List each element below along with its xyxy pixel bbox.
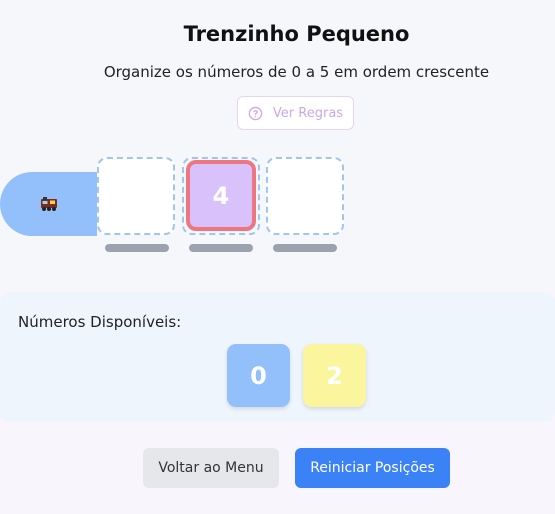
number-tile[interactable]: 2: [303, 344, 366, 407]
rules-button-label: Ver Regras: [272, 105, 344, 121]
number-tile[interactable]: 0: [227, 344, 290, 407]
wagon-wheel-3: [273, 244, 337, 252]
number-tile-placed[interactable]: 4: [186, 160, 256, 231]
question-circle-icon: [248, 106, 263, 121]
available-numbers-label: Números Disponíveis:: [18, 313, 182, 331]
train-slot-3[interactable]: [266, 157, 344, 235]
wagon-wheel-2: [189, 244, 253, 252]
back-to-menu-button[interactable]: Voltar ao Menu: [143, 448, 279, 488]
reset-positions-button[interactable]: Reiniciar Posições: [295, 448, 450, 488]
game-instructions: Organize os números de 0 a 5 em ordem cr…: [103, 63, 490, 81]
wagon-wheel-1: [105, 244, 169, 252]
locomotive-icon: [39, 196, 59, 212]
rules-button[interactable]: Ver Regras: [237, 96, 354, 130]
train-slot-1[interactable]: [97, 157, 175, 235]
game-title: Trenzinho Pequeno: [183, 22, 410, 46]
